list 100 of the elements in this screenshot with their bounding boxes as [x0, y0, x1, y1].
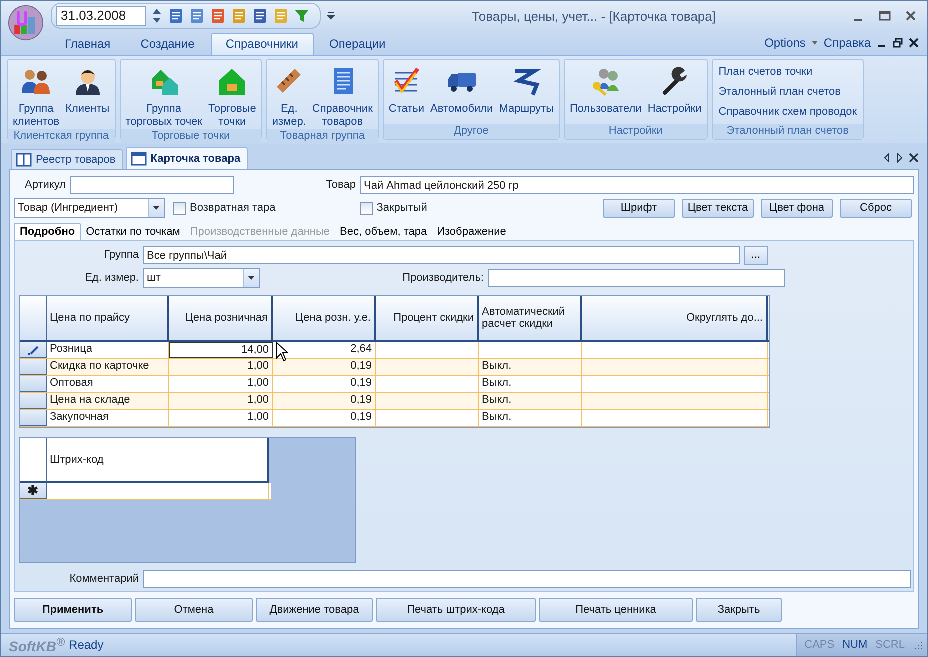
group-title: Другое	[384, 124, 560, 139]
ribbon-menu-item[interactable]: Справочник схем проводок	[718, 106, 858, 118]
document-tab[interactable]: Реестр товаров	[11, 149, 123, 169]
table-cell: 1,00	[169, 376, 273, 392]
column-header[interactable]: Штрих-код	[47, 438, 269, 483]
book-icon	[16, 152, 32, 166]
column-header[interactable]: Цена розн. у.е.	[273, 296, 376, 340]
group-title: Клиентская группа	[8, 129, 115, 144]
style-button[interactable]: Шрифт	[603, 198, 675, 218]
column-header[interactable]: Автоматический расчет скидки	[479, 296, 582, 340]
detail-tab[interactable]: Вес, объем, тара	[335, 224, 432, 240]
customize-arrow-icon[interactable]	[327, 12, 335, 20]
scroll-right-icon[interactable]	[896, 153, 904, 163]
type-dropdown[interactable]: Товар (Ингредиент)	[14, 198, 165, 218]
field-label: Группа	[103, 249, 139, 261]
form-icon[interactable]	[189, 8, 205, 24]
action-button[interactable]: Печать ценника	[539, 598, 693, 622]
row-indicator[interactable]	[20, 342, 47, 358]
ribbon-button[interactable]: Маршруты	[497, 62, 556, 124]
ribbon-button[interactable]: Клиенты	[64, 62, 112, 129]
style-button[interactable]: Цвет фона	[761, 198, 833, 218]
table-cell: Выкл.	[479, 359, 582, 375]
product-field[interactable]: Чай Ahmad цейлонский 250 гр	[360, 176, 914, 194]
comment-field[interactable]	[143, 570, 911, 588]
column-header[interactable]: Округлять до...	[582, 296, 768, 340]
ribbon-menu-item[interactable]: Эталонный план счетов	[718, 86, 858, 98]
table-cell: 1,00	[169, 393, 273, 409]
detail-tab[interactable]: Остатки по точкам	[81, 224, 186, 240]
mouse-cursor-icon	[276, 342, 288, 362]
action-button[interactable]: Печать штрих-кода	[376, 598, 536, 622]
close-icon[interactable]	[909, 38, 919, 48]
action-button[interactable]: Движение товара	[256, 598, 373, 622]
ribbon-tab[interactable]: Создание	[126, 34, 209, 55]
ribbon-button[interactable]: Торговые точки	[206, 62, 258, 129]
row-indicator[interactable]	[20, 410, 47, 426]
style-button[interactable]: Сброс	[840, 198, 912, 218]
ribbon-tab[interactable]: Справочники	[210, 33, 314, 55]
dropdown-arrow-icon[interactable]	[153, 206, 160, 210]
maximize-icon[interactable]	[879, 10, 891, 22]
ribbon-button[interactable]: Статьи	[386, 62, 427, 124]
ribbon-button[interactable]: Автомобили	[428, 62, 496, 124]
document-tab[interactable]: Карточка товара	[126, 147, 248, 169]
row-indicator[interactable]	[20, 376, 47, 392]
new-row-marker: ✱	[20, 483, 47, 499]
restore-icon[interactable]	[893, 38, 903, 48]
date-field[interactable]: 31.03.2008	[56, 6, 146, 26]
action-button[interactable]: Применить	[14, 598, 132, 622]
table-cell: Выкл.	[479, 393, 582, 409]
field-label: Товар	[325, 179, 356, 191]
field-label: Производитель:	[402, 272, 484, 284]
help-menu[interactable]: Справка	[824, 36, 871, 50]
ribbon-button[interactable]: Пользователи	[568, 62, 644, 124]
detail-tab[interactable]: Подробно	[14, 223, 82, 240]
style-button[interactable]: Цвет текста	[682, 198, 754, 218]
unit-dropdown[interactable]: шт	[143, 268, 260, 288]
close-icon[interactable]	[909, 153, 919, 163]
ribbon-tab[interactable]: Операции	[316, 34, 400, 55]
ribbon-menu-item[interactable]: План счетов точки	[718, 66, 858, 78]
ribbon-tab[interactable]: Главная	[51, 34, 125, 55]
browse-button[interactable]: ...	[744, 246, 768, 264]
column-header[interactable]: Цена по прайсу	[47, 296, 169, 340]
options-menu[interactable]: Options	[764, 36, 806, 50]
resize-grip-icon[interactable]	[913, 640, 923, 650]
close-icon[interactable]	[905, 10, 917, 22]
action-button[interactable]: Отмена	[135, 598, 253, 622]
checkbox[interactable]	[173, 202, 186, 214]
action-button[interactable]: Закрыть	[696, 598, 782, 622]
window-title: Товары, цены, учет... - [Карточка товара]	[471, 8, 717, 24]
column-header[interactable]: Процент скидки	[376, 296, 479, 340]
ribbon-button[interactable]: Настройки	[646, 62, 704, 124]
row-indicator[interactable]	[20, 359, 47, 375]
dropdown-arrow-icon[interactable]	[248, 276, 255, 280]
filter-icon[interactable]	[294, 8, 310, 24]
ribbon-button[interactable]: Группа торговых точек	[124, 62, 204, 129]
spin-arrows-icon[interactable]	[151, 7, 163, 25]
table-cell: Скидка по карточке	[47, 359, 169, 375]
status-text: Ready	[69, 638, 104, 652]
detail-tab[interactable]: Изображение	[432, 224, 512, 240]
table-cell: 0,19	[273, 376, 376, 392]
table-cell: 1,00	[169, 359, 273, 375]
ribbon-button[interactable]: Справочник товаров	[310, 62, 375, 129]
ribbon-button[interactable]: Ед. измер.	[270, 62, 308, 129]
key-indicator: CAPS	[804, 639, 835, 651]
field-label: Артикул	[24, 179, 66, 191]
column-header[interactable]: Цена розничная	[169, 296, 273, 340]
field-label: Ед. измер.	[84, 272, 139, 284]
ribbon-button[interactable]: Группа клиентов	[11, 62, 62, 129]
key-indicator: NUM	[842, 639, 868, 651]
field-label: Комментарий	[68, 573, 139, 585]
row-indicator[interactable]	[20, 393, 47, 409]
article-field[interactable]	[70, 176, 234, 194]
header-cell	[20, 296, 47, 340]
group-title: Торговые точки	[120, 129, 262, 144]
list-icon[interactable]	[168, 8, 184, 24]
checkbox[interactable]	[360, 202, 373, 214]
scroll-left-icon[interactable]	[883, 153, 891, 163]
table-cell: Оптовая	[47, 376, 169, 392]
table-cell: 0,19	[273, 393, 376, 409]
producer-field[interactable]	[488, 269, 785, 287]
group-field[interactable]: Все группы\Чай	[143, 246, 740, 264]
